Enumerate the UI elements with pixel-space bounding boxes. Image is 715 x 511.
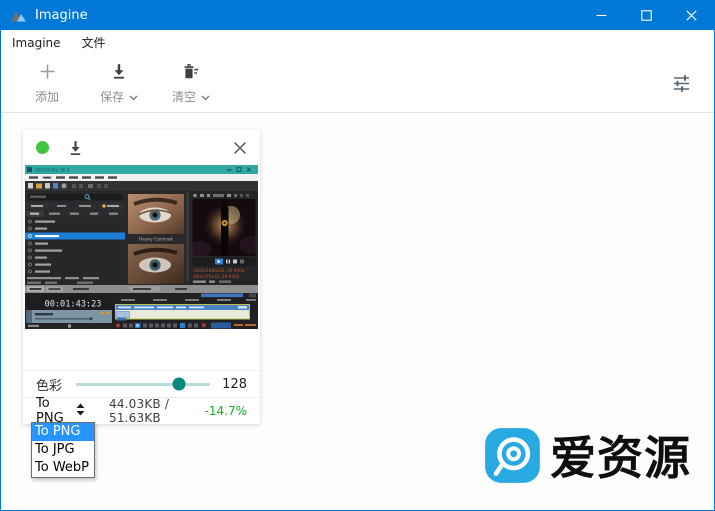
trash-icon [182,63,200,83]
color-slider[interactable] [76,377,211,391]
thumb-preset-label: Heavy Contrast [139,237,173,243]
card-close-button[interactable] [233,141,247,155]
chevron-down-icon [201,90,210,104]
tune-icon [671,75,692,97]
image-list-area: VEGAS Pro 16.0 Heavy Contrast 1920x1080x… [1,113,714,510]
minimize-button[interactable] [579,0,624,30]
maximize-button[interactable] [624,0,669,30]
window-title: Imagine [35,7,88,23]
save-button-label: 保存 [99,90,124,104]
add-button[interactable]: 添加 [25,63,69,105]
spinner-arrows-icon [76,403,85,420]
menu-bar: Imagine 文件 [1,30,714,55]
watermark-logo-icon [484,427,541,488]
file-size-text: 44.03KB / 51.63KB [109,397,170,425]
color-slider-row: 色彩 128 [23,370,260,397]
menu-file[interactable]: 文件 [81,32,107,53]
slider-handle[interactable] [172,377,186,391]
status-dot-icon [36,141,49,154]
dropdown-option-webp[interactable]: To WebP [32,459,94,477]
settings-button[interactable] [671,74,692,97]
card-save-button[interactable] [68,140,83,156]
toolbar: 添加 保存 清空 [1,55,714,113]
clear-button-label: 清空 [171,90,196,104]
download-icon [111,63,127,83]
clear-button[interactable]: 清空 [169,63,213,105]
slider-value: 128 [222,376,247,392]
chevron-down-icon [129,90,138,104]
menu-imagine[interactable]: Imagine [11,34,62,52]
card-spacer [23,329,260,370]
image-card: VEGAS Pro 16.0 Heavy Contrast 1920x1080x… [23,130,260,426]
watermark-text: 爱资源 [550,430,691,485]
plus-icon [39,63,56,83]
close-button[interactable] [669,0,714,30]
dropdown-option-jpg[interactable]: To JPG [32,441,94,459]
save-button[interactable]: 保存 [97,63,141,105]
card-header [23,130,260,165]
format-dropdown-list: To PNG To JPG To WebP [31,422,95,478]
thumb-props-line2: 480x270x32, 59.940p [193,274,240,279]
slider-label: 色彩 [36,378,63,394]
savings-percent: -14.7% [204,404,247,418]
thumb-timecode: 00:01:43:23 [45,300,102,310]
watermark: 爱资源 [484,427,691,488]
card-bottom-row: To PNG 44.03KB / 51.63KB -14.7% [23,396,260,426]
thumb-app-title: VEGAS Pro 16.0 [35,168,70,174]
imagine-window: Imagine Imagine 文件 添加 保存 清空 VEGAS Pro 16… [0,0,715,511]
thumb-props-line1: 1920x1080x32, 59.940p [193,268,245,273]
image-thumbnail[interactable]: VEGAS Pro 16.0 Heavy Contrast 1920x1080x… [25,165,258,329]
title-bar: Imagine [1,0,714,30]
dropdown-option-png[interactable]: To PNG [32,423,94,441]
app-logo-icon [10,8,27,23]
add-button-label: 添加 [34,90,59,104]
